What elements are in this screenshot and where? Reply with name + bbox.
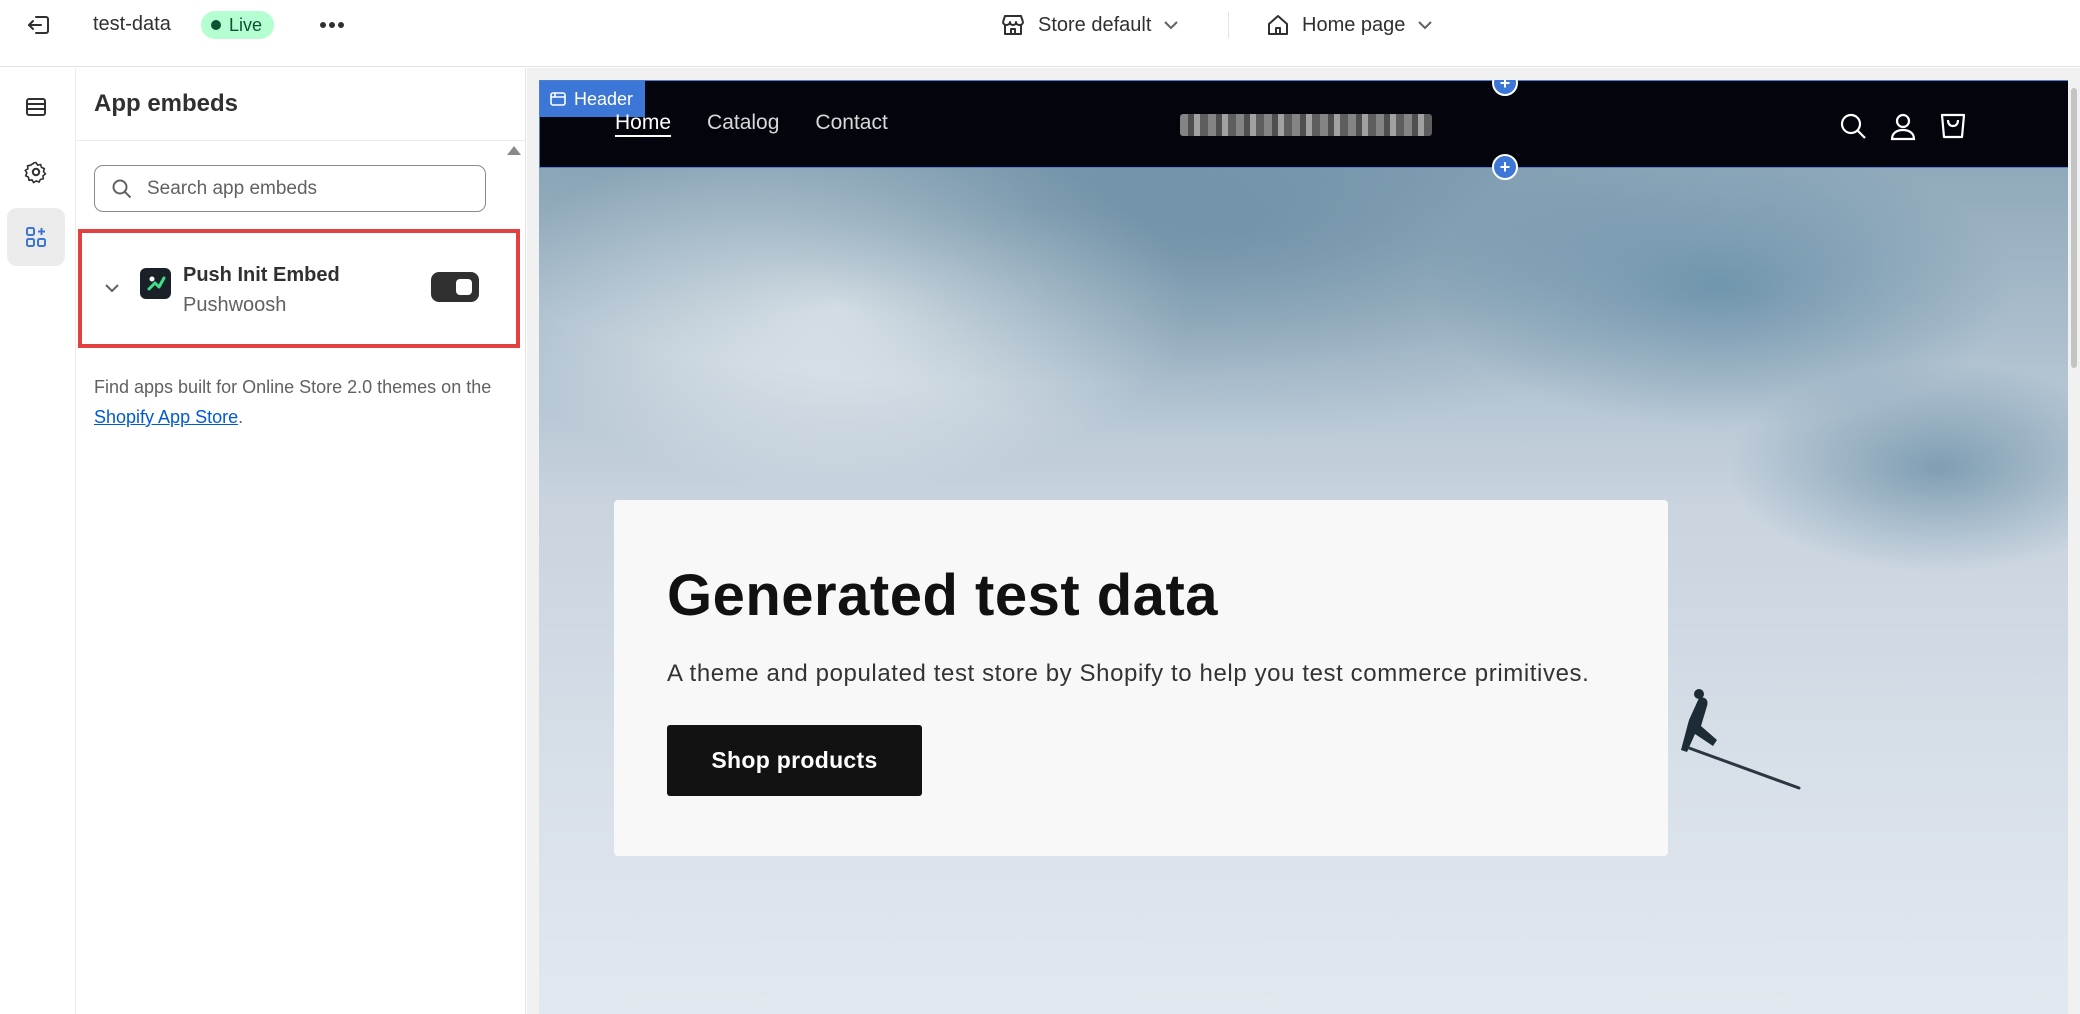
cart-icon bbox=[1940, 113, 1966, 139]
nav-catalog[interactable]: Catalog bbox=[707, 111, 779, 135]
section-drag-icon bbox=[550, 92, 566, 106]
site-header-section[interactable]: Header Home Catalog Contact bbox=[539, 80, 2071, 168]
hero-title: Generated test data bbox=[667, 563, 1219, 628]
nav-home[interactable]: Home bbox=[615, 111, 671, 135]
theme-preview: Generated test data A theme and populate… bbox=[527, 68, 2080, 1014]
divider bbox=[77, 140, 526, 141]
embed-provider: Pushwoosh bbox=[183, 294, 287, 316]
add-section-below-button[interactable]: + bbox=[1492, 154, 1518, 180]
sections-icon bbox=[26, 98, 46, 116]
hero-card: Generated test data A theme and populate… bbox=[614, 500, 1668, 856]
store-icon bbox=[1002, 15, 1024, 35]
exit-icon bbox=[28, 16, 49, 34]
search-icon bbox=[1840, 113, 1866, 139]
blurred-store-logo[interactable] bbox=[1180, 114, 1432, 136]
left-rail bbox=[0, 68, 76, 1014]
top-bar: test-data Live Store default Home page bbox=[0, 0, 2080, 67]
panel-title: App embeds bbox=[94, 90, 239, 117]
skier-image bbox=[1681, 689, 1801, 790]
toggle-knob bbox=[456, 279, 472, 295]
search-input[interactable] bbox=[147, 177, 467, 200]
chevron-down-icon bbox=[1418, 21, 1433, 30]
store-name: test-data bbox=[93, 13, 171, 35]
site-search-button[interactable] bbox=[1836, 109, 1870, 143]
preview-scrollbar[interactable] bbox=[2068, 68, 2080, 1014]
search-app-embeds[interactable] bbox=[94, 165, 486, 212]
user-icon bbox=[1890, 113, 1916, 141]
gear-icon bbox=[24, 161, 47, 184]
exit-button[interactable] bbox=[22, 10, 56, 40]
scrollbar-thumb[interactable] bbox=[2071, 88, 2077, 368]
rail-sections-button[interactable] bbox=[7, 78, 65, 136]
help-text-suffix: . bbox=[238, 407, 244, 427]
shop-products-button[interactable]: Shop products bbox=[667, 725, 922, 796]
divider bbox=[1228, 12, 1229, 38]
page-selector-label: Home page bbox=[1302, 13, 1406, 36]
rail-settings-button[interactable] bbox=[7, 143, 65, 201]
scroll-up-arrow-icon[interactable] bbox=[507, 146, 521, 155]
help-text: Find apps built for Online Store 2.0 the… bbox=[94, 372, 494, 432]
account-button[interactable] bbox=[1886, 109, 1920, 143]
chevron-down-icon bbox=[1164, 21, 1179, 30]
embed-enable-toggle[interactable] bbox=[431, 272, 479, 302]
rail-app-embeds-button[interactable] bbox=[7, 208, 65, 266]
help-text-prefix: Find apps built for Online Store 2.0 the… bbox=[94, 377, 492, 397]
live-status-label: Live bbox=[229, 14, 263, 35]
ellipsis-icon bbox=[320, 22, 344, 28]
page-selector[interactable]: Home page bbox=[1266, 10, 1433, 40]
status-dot-icon bbox=[211, 20, 221, 30]
app-embeds-panel: App embeds Push Init Embed Pushwoosh Fin… bbox=[77, 68, 526, 1014]
app-embed-item[interactable]: Push Init Embed Pushwoosh bbox=[94, 243, 486, 333]
site-nav: Home Catalog Contact bbox=[615, 111, 888, 135]
shopify-app-store-link[interactable]: Shopify App Store bbox=[94, 407, 238, 427]
cart-button[interactable] bbox=[1936, 109, 1970, 143]
nav-contact[interactable]: Contact bbox=[815, 111, 887, 135]
pushwoosh-logo-icon bbox=[140, 268, 171, 299]
header-section-label: Header bbox=[574, 88, 634, 109]
home-icon bbox=[1268, 15, 1288, 35]
store-selector-label: Store default bbox=[1038, 13, 1152, 36]
hero-subtitle: A theme and populated test store by Shop… bbox=[667, 660, 1590, 687]
live-status-badge: Live bbox=[201, 11, 275, 39]
hero-image[interactable]: Generated test data A theme and populate… bbox=[539, 168, 2071, 1014]
apps-icon bbox=[26, 227, 46, 247]
store-selector[interactable]: Store default bbox=[1000, 10, 1179, 40]
search-icon bbox=[112, 179, 132, 198]
chevron-down-icon[interactable] bbox=[104, 283, 120, 293]
more-actions-button[interactable] bbox=[316, 10, 348, 40]
embed-name: Push Init Embed bbox=[183, 264, 340, 286]
preview-canvas: Generated test data A theme and populate… bbox=[539, 80, 2071, 1014]
